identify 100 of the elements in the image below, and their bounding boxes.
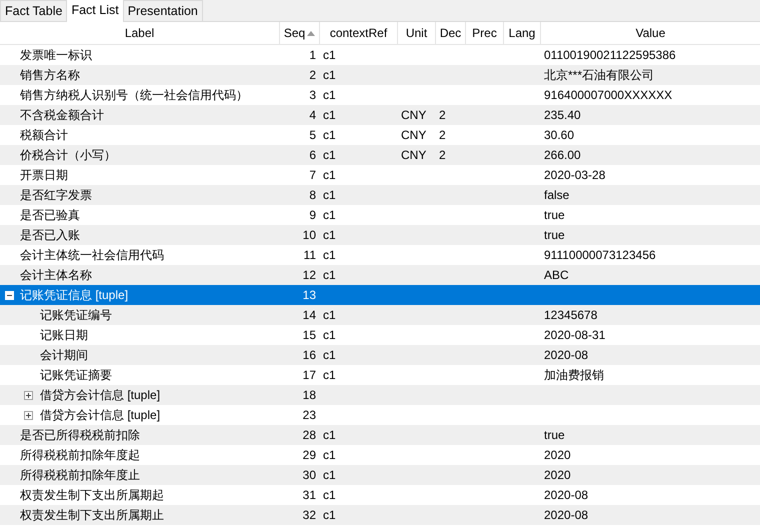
seq-number: 7 xyxy=(309,168,316,182)
table-row[interactable]: 不含税金额合计 4 c1 CNY 2 235.40 xyxy=(0,105,760,125)
fact-label: 权责发生制下支出所属期止 xyxy=(20,508,164,522)
table-row[interactable]: 销售方名称 2 c1 北京***石油有限公司 xyxy=(0,65,760,85)
tab[interactable]: Fact Table xyxy=(0,0,68,21)
fact-label: 不含税金额合计 xyxy=(20,108,104,122)
tab[interactable]: Presentation xyxy=(122,0,203,21)
seq-number: 4 xyxy=(309,108,316,122)
context-ref: c1 xyxy=(323,268,336,282)
table-row[interactable]: 记账凭证信息 [tuple] 13 xyxy=(0,285,760,305)
fact-value: 2020-03-28 xyxy=(544,168,606,182)
fact-value: 916400007000XXXXXX xyxy=(544,88,672,102)
context-ref: c1 xyxy=(323,448,336,462)
column-header[interactable]: Prec xyxy=(466,22,504,44)
unit-text: CNY xyxy=(401,128,426,142)
seq-number: 16 xyxy=(302,348,316,362)
context-ref: c1 xyxy=(323,108,336,122)
context-ref: c1 xyxy=(323,328,336,342)
fact-label: 是否已所得税税前扣除 xyxy=(20,428,140,442)
column-header[interactable]: contextRef xyxy=(320,22,398,44)
table-row[interactable]: 会计主体名称 12 c1 ABC xyxy=(0,265,760,285)
fact-value: 12345678 xyxy=(544,308,598,322)
context-ref: c1 xyxy=(323,508,336,522)
context-ref: c1 xyxy=(323,308,336,322)
context-ref: c1 xyxy=(323,128,336,142)
context-ref: c1 xyxy=(323,228,336,242)
fact-value: 30.60 xyxy=(544,128,574,142)
fact-label: 记账日期 xyxy=(40,328,88,342)
fact-label: 借贷方会计信息 [tuple] xyxy=(40,388,160,402)
column-header[interactable]: Unit xyxy=(398,22,436,44)
decimals-text: 2 xyxy=(439,108,446,122)
fact-label: 借贷方会计信息 [tuple] xyxy=(40,408,160,422)
column-header[interactable]: Lang xyxy=(504,22,541,44)
fact-value: 266.00 xyxy=(544,148,581,162)
fact-label: 会计主体统一社会信用代码 xyxy=(20,248,164,262)
seq-number: 2 xyxy=(309,68,316,82)
fact-label: 会计主体名称 xyxy=(20,268,92,282)
context-ref: c1 xyxy=(323,188,336,202)
context-ref: c1 xyxy=(323,148,336,162)
fact-value: 235.40 xyxy=(544,108,581,122)
context-ref: c1 xyxy=(323,348,336,362)
column-header[interactable]: Value xyxy=(541,22,760,44)
seq-number: 10 xyxy=(302,228,316,242)
context-ref: c1 xyxy=(323,48,336,62)
table-row[interactable]: 借贷方会计信息 [tuple] 18 xyxy=(0,385,760,405)
seq-number: 8 xyxy=(309,188,316,202)
seq-number: 28 xyxy=(302,428,316,442)
fact-label: 记账凭证摘要 xyxy=(40,368,112,382)
collapse-icon[interactable] xyxy=(5,291,14,300)
table-row[interactable]: 会计期间 16 c1 2020-08 xyxy=(0,345,760,365)
fact-label: 是否红字发票 xyxy=(20,188,92,202)
context-ref: c1 xyxy=(323,88,336,102)
seq-number: 32 xyxy=(302,508,316,522)
fact-value: 2020 xyxy=(544,448,571,462)
context-ref: c1 xyxy=(323,248,336,262)
table-row[interactable]: 所得税税前扣除年度止 30 c1 2020 xyxy=(0,465,760,485)
fact-value: 2020 xyxy=(544,468,571,482)
context-ref: c1 xyxy=(323,428,336,442)
fact-label: 是否已入账 xyxy=(20,228,80,242)
table-row[interactable]: 是否已入账 10 c1 true xyxy=(0,225,760,245)
seq-number: 5 xyxy=(309,128,316,142)
seq-number: 15 xyxy=(302,328,316,342)
table-row[interactable]: 价税合计（小写） 6 c1 CNY 2 266.00 xyxy=(0,145,760,165)
fact-value: 2020-08-31 xyxy=(544,328,606,342)
context-ref: c1 xyxy=(323,368,336,382)
seq-number: 6 xyxy=(309,148,316,162)
seq-number: 1 xyxy=(309,48,316,62)
fact-label: 发票唯一标识 xyxy=(20,48,92,62)
fact-value: 2020-08 xyxy=(544,348,588,362)
seq-number: 29 xyxy=(302,448,316,462)
table-row[interactable]: 是否已所得税税前扣除 28 c1 true xyxy=(0,425,760,445)
context-ref: c1 xyxy=(323,68,336,82)
table-row[interactable]: 权责发生制下支出所属期止 32 c1 2020-08 xyxy=(0,505,760,525)
fact-label: 销售方名称 xyxy=(20,68,80,82)
table-row[interactable]: 记账凭证编号 14 c1 12345678 xyxy=(0,305,760,325)
context-ref: c1 xyxy=(323,468,336,482)
fact-value: false xyxy=(544,188,570,202)
expand-icon[interactable] xyxy=(24,391,33,400)
fact-label: 记账凭证信息 [tuple] xyxy=(20,288,128,302)
seq-number: 14 xyxy=(302,308,316,322)
expand-icon[interactable] xyxy=(24,411,33,420)
column-header[interactable]: Dec xyxy=(436,22,466,44)
seq-number: 3 xyxy=(309,88,316,102)
fact-value: true xyxy=(544,228,565,242)
seq-number: 9 xyxy=(309,208,316,222)
fact-label: 记账凭证编号 xyxy=(40,308,112,322)
fact-label: 开票日期 xyxy=(20,168,68,182)
column-header[interactable]: Seq xyxy=(280,22,320,44)
fact-value: 2020-08 xyxy=(544,508,588,522)
column-header[interactable]: Label xyxy=(0,22,280,44)
fact-value: 91110000073123456 xyxy=(544,248,656,262)
fact-value: true xyxy=(544,428,565,442)
seq-number: 18 xyxy=(302,388,316,402)
seq-number: 12 xyxy=(302,268,316,282)
seq-number: 11 xyxy=(304,248,316,262)
fact-label: 所得税税前扣除年度起 xyxy=(20,448,140,462)
seq-number: 31 xyxy=(302,488,316,502)
tab[interactable]: Fact List xyxy=(66,0,124,22)
table-row[interactable]: 是否红字发票 8 c1 false xyxy=(0,185,760,205)
fact-label: 价税合计（小写） xyxy=(20,148,116,162)
